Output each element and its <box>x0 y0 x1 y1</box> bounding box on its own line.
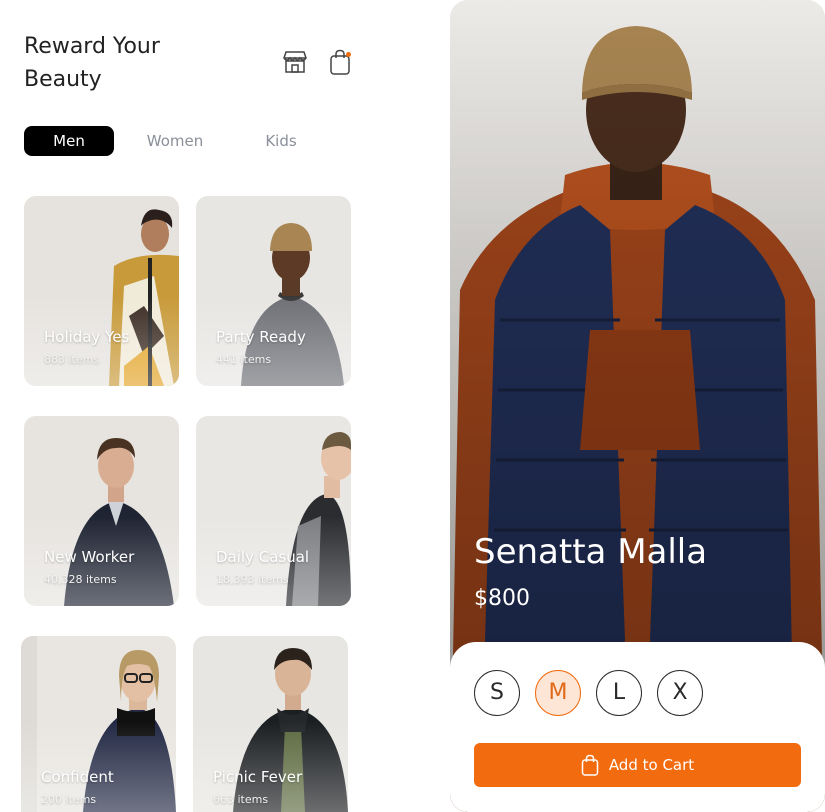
category-card-picnic-fever[interactable]: Picnic Fever 663 items <box>193 636 348 812</box>
category-name: Daily Casual <box>216 548 310 566</box>
category-card-new-worker[interactable]: New Worker 40,328 items <box>24 416 179 606</box>
category-count: 40,328 items <box>44 573 117 586</box>
category-card-party-ready[interactable]: Party Ready 441 items <box>196 196 351 386</box>
tab-kids[interactable]: Kids <box>236 126 326 156</box>
size-option-l[interactable]: L <box>596 670 642 716</box>
gender-tabs: Men Women Kids <box>24 126 330 156</box>
tab-men[interactable]: Men <box>24 126 114 156</box>
product-price: $800 <box>474 586 530 611</box>
category-count: 883 items <box>44 353 100 366</box>
product-options-sheet: S M L X Add to Cart <box>450 642 825 812</box>
add-to-cart-label: Add to Cart <box>608 756 695 774</box>
add-to-cart-button[interactable]: Add to Cart <box>474 743 801 787</box>
page-title: Reward Your Beauty <box>24 34 160 92</box>
category-card-confident[interactable]: Confident 200 items <box>21 636 176 812</box>
store-button[interactable] <box>281 48 309 76</box>
category-card-holiday-yes[interactable]: Holiday Yes 883 items <box>24 196 179 386</box>
category-card-daily-casual[interactable]: Daily Casual 18,393 items <box>196 416 351 606</box>
category-name: Holiday Yes <box>44 328 130 346</box>
shopping-bag-icon <box>581 754 599 776</box>
size-option-x[interactable]: X <box>657 670 703 716</box>
size-option-m[interactable]: M <box>535 670 581 716</box>
category-count: 663 items <box>213 793 269 806</box>
category-name: Confident <box>41 768 114 786</box>
notification-dot <box>346 52 351 57</box>
product-name: Senatta Malla <box>474 532 708 572</box>
category-name: Party Ready <box>216 328 306 346</box>
tab-women[interactable]: Women <box>130 126 220 156</box>
category-name: New Worker <box>44 548 135 566</box>
cart-button[interactable] <box>326 48 354 76</box>
category-count: 200 items <box>41 793 97 806</box>
category-name: Picnic Fever <box>213 768 303 786</box>
size-option-s[interactable]: S <box>474 670 520 716</box>
store-icon <box>283 51 307 73</box>
category-count: 18,393 items <box>216 573 289 586</box>
product-detail-panel: Senatta Malla $800 S M L X Add to Cart <box>450 0 825 812</box>
category-count: 441 items <box>216 353 272 366</box>
